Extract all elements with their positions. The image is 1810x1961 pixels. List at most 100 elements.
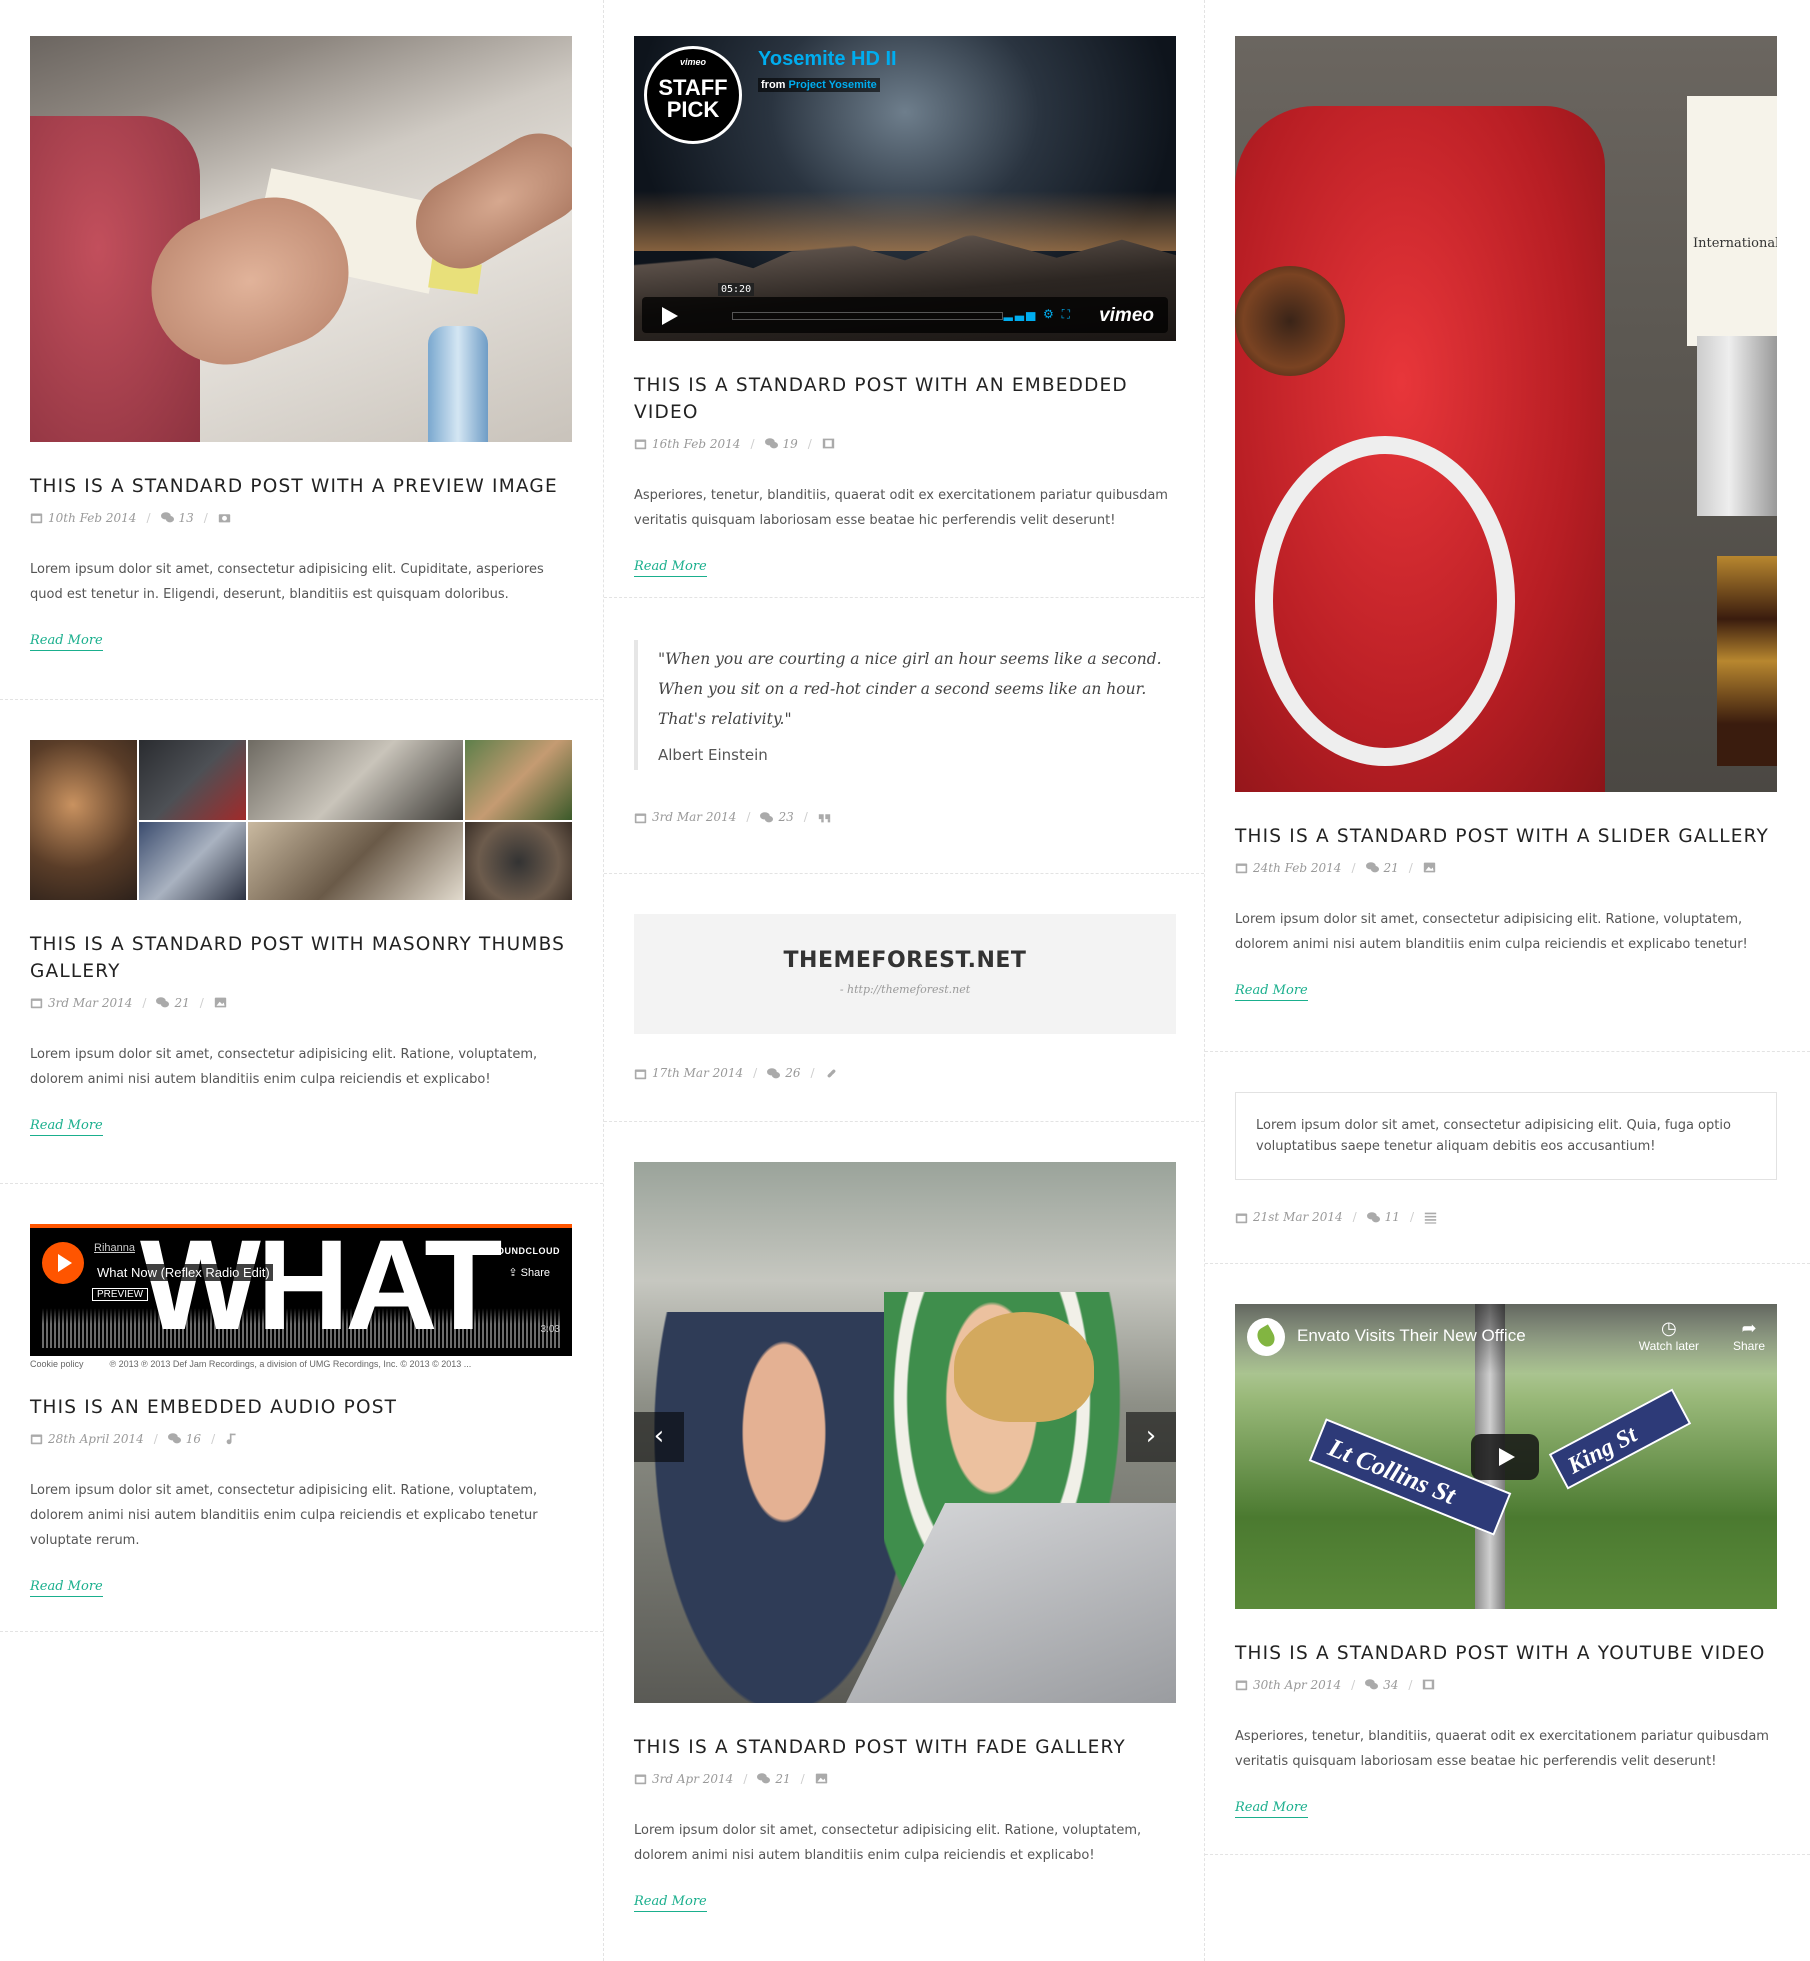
post-preview-image[interactable] xyxy=(30,36,572,442)
play-icon[interactable] xyxy=(662,307,678,325)
read-more-link[interactable]: Read More xyxy=(634,559,707,577)
comment-count[interactable]: 16 xyxy=(186,1432,201,1446)
read-more-link[interactable]: Read More xyxy=(30,1579,103,1597)
audio-footer: Cookie policy ℗ 2013 ℗ 2013 Def Jam Reco… xyxy=(30,1359,573,1369)
column-right: International This is a standard post wi… xyxy=(1205,0,1810,1855)
comment-count[interactable]: 11 xyxy=(1385,1210,1400,1224)
vimeo-logo[interactable]: vimeo xyxy=(1099,305,1154,327)
comment-count[interactable]: 21 xyxy=(1384,861,1399,875)
video-author[interactable]: from Project Yosemite xyxy=(758,78,880,92)
youtube-player: Lt Collins St King St Envato Visits Thei… xyxy=(1235,1304,1777,1609)
comments-icon xyxy=(160,512,174,523)
share-label: Share xyxy=(1732,1339,1765,1353)
quote-icon xyxy=(818,813,830,822)
envato-logo-icon[interactable] xyxy=(1247,1318,1285,1356)
gallery-prev-button[interactable]: ‹ xyxy=(634,1412,684,1462)
video-title[interactable]: Yosemite HD II xyxy=(758,48,897,71)
post-date[interactable]: 30th Apr 2014 xyxy=(1253,1678,1341,1692)
comments-icon xyxy=(1365,862,1379,873)
link-url[interactable]: - http://themeforest.net xyxy=(634,983,1176,996)
post-meta: 16th Feb 2014 / 19 / xyxy=(634,437,1174,451)
post-youtube-video: Lt Collins St King St Envato Visits Thei… xyxy=(1205,1264,1810,1855)
from-label: from xyxy=(761,79,786,91)
calendar-icon xyxy=(30,513,43,524)
calendar-icon xyxy=(30,1434,43,1445)
post-title[interactable]: This is an embedded audio post xyxy=(30,1395,573,1422)
comment-count[interactable]: 13 xyxy=(179,511,194,525)
gallery-thumb[interactable] xyxy=(465,822,572,900)
post-date[interactable]: 16th Feb 2014 xyxy=(652,437,740,451)
soundcloud-logo[interactable]: ☁ SOUNDCLOUD xyxy=(478,1246,560,1257)
post-meta: 28th April 2014 / 16 / xyxy=(30,1432,573,1446)
link-box[interactable]: THEMEFOREST.NET - http://themeforest.net xyxy=(634,914,1176,1034)
play-button[interactable] xyxy=(42,1242,84,1284)
post-date[interactable]: 17th Mar 2014 xyxy=(652,1066,743,1080)
film-icon xyxy=(822,438,835,449)
artwork-text: WHAT xyxy=(140,1224,502,1356)
post-meta: 24th Feb 2014 / 21 / xyxy=(1235,861,1780,875)
badge-top-text: vimeo xyxy=(679,57,706,67)
post-title[interactable]: This is a standard post with an embedded… xyxy=(634,373,1174,427)
post-date[interactable]: 21st Mar 2014 xyxy=(1253,1210,1343,1224)
post-meta: 17th Mar 2014 / 26 / xyxy=(634,1066,1174,1080)
comment-count[interactable]: 34 xyxy=(1383,1678,1398,1692)
read-more-link[interactable]: Read More xyxy=(30,633,103,651)
gallery-thumb[interactable] xyxy=(248,822,463,900)
gallery-thumb[interactable] xyxy=(139,822,246,900)
gallery-next-button[interactable]: › xyxy=(1126,1412,1176,1462)
progress-bar[interactable] xyxy=(732,312,1003,320)
post-excerpt: Lorem ipsum dolor sit amet, consectetur … xyxy=(30,561,544,602)
comments-icon xyxy=(757,1773,771,1784)
comment-count[interactable]: 21 xyxy=(174,996,189,1010)
calendar-icon xyxy=(1235,1680,1248,1691)
comment-count[interactable]: 26 xyxy=(785,1066,800,1080)
watch-later-button[interactable]: ◷ Watch later xyxy=(1639,1318,1699,1353)
comment-count[interactable]: 21 xyxy=(775,1772,790,1786)
volume-icon[interactable]: ▂▃▅ ⚙ ⛶ xyxy=(1004,307,1072,322)
preview-badge: PREVIEW xyxy=(92,1288,149,1301)
comment-count[interactable]: 19 xyxy=(783,437,798,451)
comment-count[interactable]: 23 xyxy=(778,810,793,824)
calendar-icon xyxy=(634,1774,647,1785)
post-title[interactable]: This is a standard post with a slider ga… xyxy=(1235,824,1780,851)
post-date[interactable]: 24th Feb 2014 xyxy=(1253,861,1341,875)
post-excerpt: Lorem ipsum dolor sit amet, consectetur … xyxy=(634,1822,1142,1863)
duration: 3:03 xyxy=(540,1324,560,1335)
share-button[interactable]: ⇪ Share xyxy=(508,1266,550,1279)
post-title[interactable]: This is a standard post with masonry thu… xyxy=(30,932,573,986)
masonry-gallery xyxy=(30,740,572,900)
post-date[interactable]: 10th Feb 2014 xyxy=(48,511,136,525)
gallery-thumb[interactable] xyxy=(248,740,463,820)
gallery-thumb[interactable] xyxy=(139,740,246,820)
gallery-thumb[interactable] xyxy=(465,740,572,820)
post-date[interactable]: 3rd Apr 2014 xyxy=(652,1772,733,1786)
artist-link[interactable]: Rihanna xyxy=(94,1242,135,1254)
street-sign: King St xyxy=(1548,1388,1692,1490)
read-more-link[interactable]: Read More xyxy=(1235,1800,1308,1818)
clock-icon: ◷ xyxy=(1661,1318,1677,1338)
read-more-link[interactable]: Read More xyxy=(30,1118,103,1136)
slider-gallery[interactable]: International xyxy=(1235,36,1777,792)
column-left: This is a standard post with a preview i… xyxy=(0,0,603,1632)
read-more-link[interactable]: Read More xyxy=(1235,983,1308,1001)
post-title[interactable]: This is a standard post with fade galler… xyxy=(634,1735,1174,1762)
post-date[interactable]: 3rd Mar 2014 xyxy=(48,996,132,1010)
read-more-link[interactable]: Read More xyxy=(634,1894,707,1912)
column-middle: vimeo STAFF PICK Yosemite HD II from Pro… xyxy=(603,0,1205,1961)
post-title[interactable]: This is a standard post with a youtube v… xyxy=(1235,1641,1780,1668)
link-title[interactable]: THEMEFOREST.NET xyxy=(634,948,1176,973)
video-title[interactable]: Envato Visits Their New Office xyxy=(1297,1326,1526,1346)
post-date[interactable]: 28th April 2014 xyxy=(48,1432,144,1446)
comments-icon xyxy=(1366,1211,1380,1222)
post-date[interactable]: 3rd Mar 2014 xyxy=(652,810,736,824)
image-icon xyxy=(214,997,226,1008)
cookie-policy-link[interactable]: Cookie policy xyxy=(30,1359,84,1369)
share-button[interactable]: ➦ Share xyxy=(1733,1318,1765,1353)
play-button[interactable] xyxy=(1471,1434,1539,1480)
camera-icon xyxy=(218,514,231,523)
gallery-thumb[interactable] xyxy=(30,740,137,900)
track-title[interactable]: What Now (Reflex Radio Edit) xyxy=(94,1264,273,1281)
post-title[interactable]: This is a standard post with a preview i… xyxy=(30,474,573,501)
post-meta: 3rd Mar 2014 / 23 / xyxy=(634,810,1174,824)
post-meta: 30th Apr 2014 / 34 / xyxy=(1235,1678,1780,1692)
